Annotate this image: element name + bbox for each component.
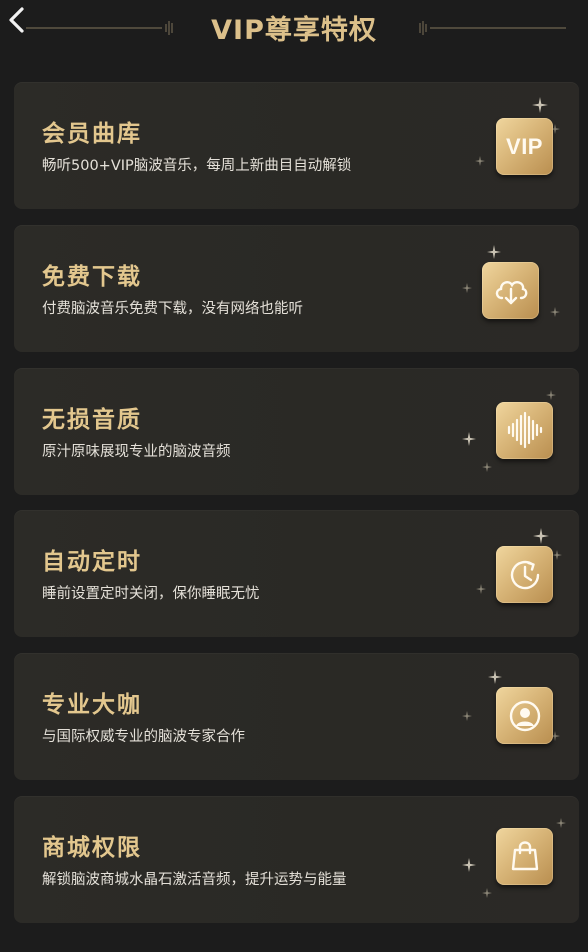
sparkle-icon [482,887,492,898]
vip-icon: VIP [496,118,553,175]
privilege-card-free-download[interactable]: 免费下载 付费脑波音乐免费下载，没有网络也能听 [14,224,580,352]
sparkle-icon [556,817,566,828]
sparkle-icon [488,670,502,685]
privilege-title: 无损音质 [42,406,142,433]
timer-icon [496,546,553,604]
privilege-icon-area [460,244,580,335]
sparkle-icon [462,711,472,722]
privilege-title: 自动定时 [42,549,142,576]
vip-privileges-page: VIP尊享特权 会员曲库 畅听500+VIP脑波音乐，每周上新曲目自动解锁 VI… [0,0,588,952]
privilege-icon-area [460,670,580,763]
privilege-desc: 付费脑波音乐免费下载，没有网络也能听 [42,300,303,317]
sparkle-icon [482,461,492,472]
privilege-list: 会员曲库 畅听500+VIP脑波音乐，每周上新曲目自动解锁 VIP 免费下载 付… [14,82,579,939]
privilege-icon-area [460,816,580,906]
sparkle-icon [532,97,548,113]
privilege-card-mall-access[interactable]: 商城权限 解锁脑波商城水晶石激活音频，提升运势与能量 [14,795,580,923]
sparkle-icon [476,584,486,595]
sparkle-icon [533,528,549,545]
privilege-desc: 与国际权威专业的脑波专家合作 [42,729,245,746]
privilege-title: 商城权限 [42,834,142,861]
expert-avatar-icon [496,687,553,745]
vip-badge-text: VIP [506,133,543,159]
privilege-desc: 原汁原味展现专业的脑波音频 [42,443,231,460]
sparkle-icon [550,306,560,317]
privilege-desc: 畅听500+VIP脑波音乐，每周上新曲目自动解锁 [42,158,352,174]
sparkle-icon [546,389,556,400]
privilege-card-expert[interactable]: 专业大咖 与国际权威专业的脑波专家合作 [14,653,580,781]
sparkle-icon [552,550,562,561]
privilege-title: 免费下载 [42,263,142,290]
sound-wave-icon [496,401,553,459]
privilege-card-lossless-audio[interactable]: 无损音质 原汁原味展现专业的脑波音频 [14,367,580,495]
privilege-title: 会员曲库 [42,121,142,147]
privilege-icon-area [460,388,580,478]
privilege-desc: 睡前设置定时关闭，保你睡眠无忧 [42,586,260,603]
sparkle-icon [462,857,476,872]
privilege-desc: 解锁脑波商城水晶石激活音频，提升运势与能量 [42,871,347,888]
sparkle-icon [475,156,485,166]
sparkle-icon [462,282,472,293]
privilege-title: 专业大咖 [42,692,142,719]
title-ornament-right [419,21,566,35]
cloud-download-icon [482,261,539,319]
privilege-icon-area [460,528,580,620]
privilege-card-auto-timer[interactable]: 自动定时 睡前设置定时关闭，保你睡眠无忧 [14,510,580,638]
sparkle-icon [487,244,501,259]
shopping-bag-icon [496,827,553,885]
privilege-card-member-library[interactable]: 会员曲库 畅听500+VIP脑波音乐，每周上新曲目自动解锁 VIP [14,82,579,209]
sparkle-icon [462,431,476,446]
header: VIP尊享特权 [0,0,588,56]
privilege-icon-area: VIP [460,97,580,192]
